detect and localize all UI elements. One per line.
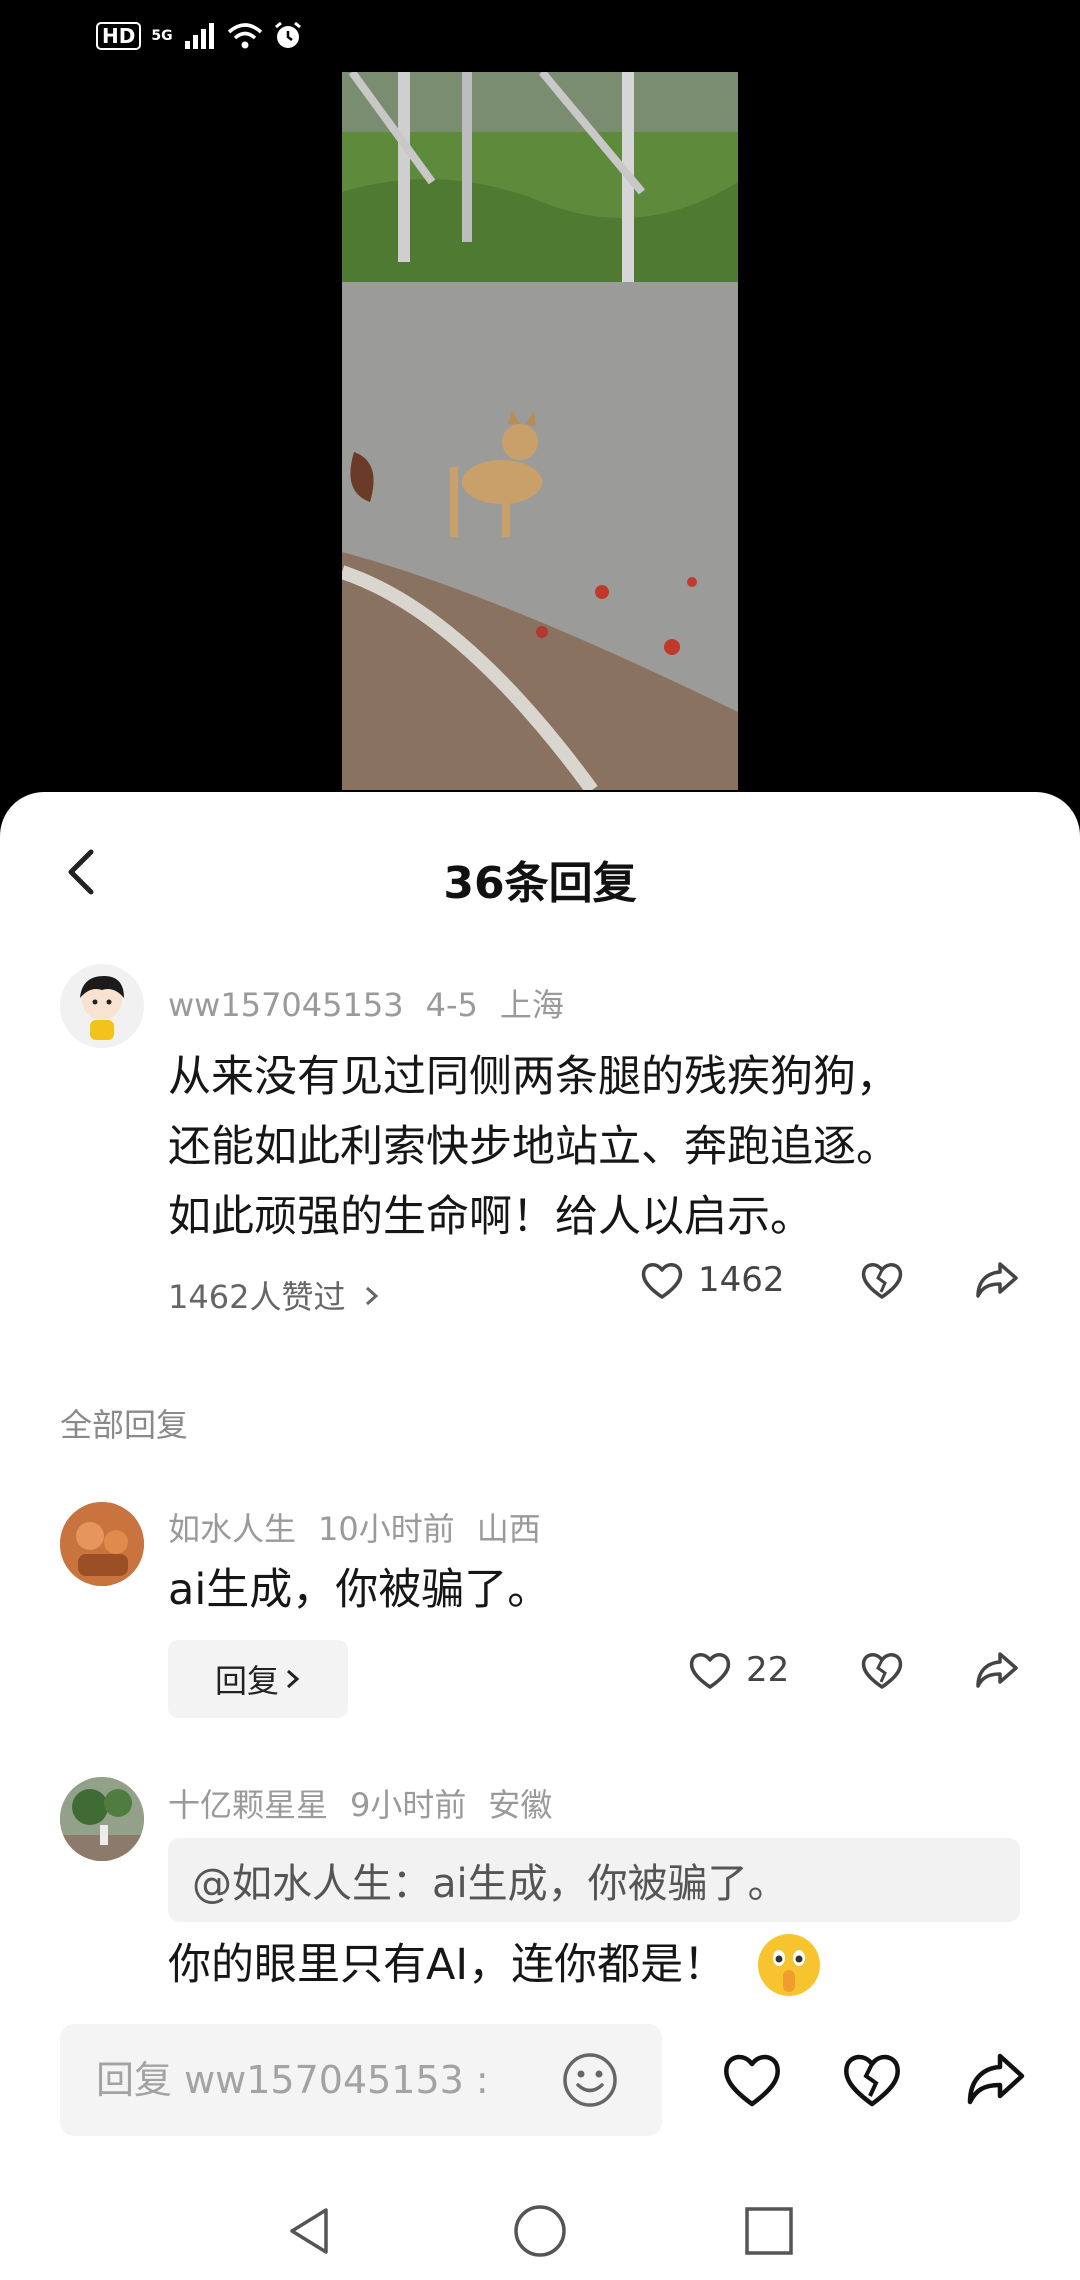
comment-line: 从来没有见过同侧两条腿的残疾狗狗， (168, 1052, 899, 1102)
like-button[interactable]: 1462 (640, 1260, 785, 1300)
username[interactable]: ww157045153 (168, 986, 404, 1024)
network-type: 5G (151, 28, 173, 44)
nav-recents-button[interactable] (740, 2202, 798, 2260)
comment-text-content: 你的眼里只有AI，连你都是！ (168, 1940, 727, 1990)
figurines-avatar-image (60, 1502, 144, 1586)
reply-composer (60, 2024, 662, 2136)
dislike-button[interactable] (840, 2048, 904, 2112)
comment-line: 还能如此利索快步地站立、奔跑追逐。 (168, 1122, 899, 1172)
share-button[interactable] (974, 1650, 1020, 1690)
nav-home-button[interactable] (511, 2202, 569, 2260)
sheet-title: 36条回复 (443, 858, 637, 909)
heart-icon (724, 2054, 780, 2107)
comment-location: 上海 (499, 986, 564, 1024)
chevron-right-icon (287, 1669, 300, 1689)
like-count: 1462 (698, 1260, 785, 1300)
circle-home-icon (514, 2205, 566, 2257)
username[interactable]: 如水人生 (168, 1510, 296, 1548)
avatar[interactable] (60, 964, 144, 1048)
comment-location: 安徽 (488, 1786, 553, 1824)
sheet-header: 36条回复 (0, 792, 1080, 952)
broken-heart-icon (861, 1653, 903, 1689)
emoji-button[interactable] (560, 2050, 620, 2110)
avatar[interactable] (60, 1502, 144, 1586)
share-button[interactable] (974, 1260, 1020, 1300)
cartoon-girl-avatar-image (80, 976, 124, 1040)
landscape-avatar-image (60, 1777, 144, 1861)
share-arrow-icon (967, 2053, 1025, 2105)
comment-meta: ww157045153 4-5 上海 (168, 980, 586, 1026)
comment-text: 从来没有见过同侧两条腿的残疾狗狗， 还能如此利索快步地站立、奔跑追逐。 如此顽强… (168, 1042, 1028, 1252)
comment-time: 10小时前 (318, 1510, 455, 1548)
chevron-right-icon (365, 1286, 378, 1306)
video-preview[interactable] (342, 72, 738, 790)
reply-input[interactable] (96, 2052, 536, 2108)
square-recents-icon (745, 2207, 793, 2255)
nav-back-button[interactable] (280, 2202, 338, 2260)
comment-time: 9小时前 (350, 1786, 467, 1824)
avatar[interactable] (60, 1777, 144, 1861)
like-button[interactable]: 22 (688, 1650, 789, 1690)
share-arrow-icon (976, 1652, 1018, 1688)
hd-indicator: HD (96, 22, 142, 50)
signal-icon (183, 23, 217, 49)
likers-label: 1462人赞过 (168, 1278, 346, 1316)
share-arrow-icon (976, 1262, 1018, 1298)
likers-link[interactable]: 1462人赞过 (168, 1272, 380, 1318)
replies-sheet: 36条回复 ww157045153 4-5 上海 从来没有见过同侧两条腿的残疾狗狗，… (0, 792, 1080, 2280)
comment-text: 你的眼里只有AI，连你都是！ (168, 1932, 822, 1998)
heart-icon (641, 1263, 683, 1299)
comment-meta: 十亿颗星星 9小时前 安徽 (168, 1780, 574, 1826)
comment-line: 如此顽强的生命啊！给人以启示。 (168, 1192, 813, 1242)
like-count: 22 (746, 1650, 790, 1690)
comment-text: ai生成，你被骗了。 (168, 1565, 551, 1615)
dislike-button[interactable] (860, 1260, 904, 1300)
broken-heart-icon (861, 1263, 903, 1299)
broken-heart-icon (844, 2054, 900, 2107)
reply-label: 回复 (214, 1662, 279, 1700)
status-bar: HD 5G (0, 0, 1080, 72)
username[interactable]: 十亿颗星星 (168, 1786, 328, 1824)
alarm-clock-icon (273, 21, 303, 51)
smiley-icon (563, 2053, 617, 2107)
comment-location: 山西 (476, 1510, 541, 1548)
like-button[interactable] (720, 2048, 784, 2112)
dog-scene-image (342, 72, 738, 790)
section-label: 全部回复 (60, 1406, 189, 1444)
dislike-button[interactable] (860, 1650, 904, 1690)
triangle-back-icon (290, 2208, 328, 2254)
wifi-icon (227, 22, 263, 50)
comment-meta: 如水人生 10小时前 山西 (168, 1504, 563, 1550)
comment-date: 4-5 (425, 986, 478, 1024)
heart-icon (689, 1653, 731, 1689)
quoted-reply: @如水人生：ai生成，你被骗了。 (168, 1838, 1020, 1922)
reply-button[interactable]: 回复 (168, 1640, 348, 1718)
system-nav-bar (0, 2182, 1080, 2280)
share-button[interactable] (964, 2048, 1028, 2112)
shushing-face-emoji (758, 1934, 821, 1996)
